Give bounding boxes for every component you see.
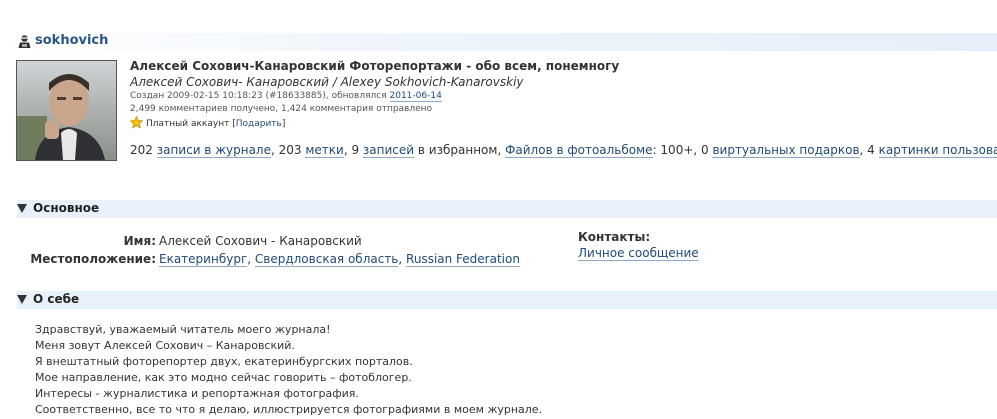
collapse-triangle-icon[interactable] <box>17 204 27 213</box>
stat-entries-count: 202 <box>130 143 157 157</box>
stat-photo-album-suffix: : 100+ <box>652 143 694 157</box>
stat-sep: , <box>693 143 702 157</box>
paid-account-line: Платный аккаунт [Подарить] <box>129 115 286 129</box>
journal-stats: 202 записи в журнале, 203 метки, 9 запис… <box>130 143 997 158</box>
name-label: Имя: <box>123 234 156 248</box>
about-line: Меня зовут Алексей Сохович – Канаровский… <box>35 339 295 352</box>
stat-memories-link[interactable]: записей <box>362 143 415 158</box>
paid-account-label: Платный аккаунт <box>146 119 230 129</box>
stat-gifts-link[interactable]: виртуальных подарков <box>712 143 860 158</box>
location-region-link[interactable]: Свердловская область <box>254 252 399 267</box>
location-country-link[interactable]: Russian Federation <box>406 252 520 267</box>
about-line: Мое направление, как это модно сейчас го… <box>35 371 412 384</box>
section-about-header[interactable]: О себе <box>17 291 997 309</box>
location-sep: , <box>247 252 255 266</box>
about-text: Здравствуй, уважаемый читатель моего жур… <box>35 322 542 418</box>
stat-userpics-link[interactable]: картинки пользователя <box>878 143 997 158</box>
comments-info: 2,499 комментариев получено, 1,424 комме… <box>130 104 433 114</box>
avatar <box>16 60 117 161</box>
journal-title: Алексей Сохович-Канаровский Фоторепортаж… <box>130 59 620 73</box>
stat-sep: , <box>497 143 506 157</box>
created-text: Создан 2009-02-15 10:18:23 (#18633885), … <box>130 91 390 101</box>
stat-sep: , <box>270 143 279 157</box>
updated-date-link[interactable]: 2011-06-14 <box>389 91 442 102</box>
location-sep: , <box>398 252 407 266</box>
section-basic-label: Основное <box>33 201 100 215</box>
stat-sep: , <box>859 143 868 157</box>
contacts-label: Контакты: <box>578 230 651 244</box>
stat-userpics-count: 4 <box>867 143 879 157</box>
about-line: Интересы - журналистика и репортажная фо… <box>35 387 359 400</box>
star-icon <box>129 115 144 129</box>
private-message-link[interactable]: Личное сообщение <box>578 246 699 261</box>
location-value: Екатеринбург, Свердловская область, Russ… <box>159 252 520 267</box>
location-label: Местоположение: <box>30 252 156 266</box>
username-link[interactable]: sokhovich <box>35 33 108 48</box>
stat-gifts-count: 0 <box>701 143 713 157</box>
stat-memories-count: 9 <box>351 143 363 157</box>
gift-bracket-close: ] <box>281 119 286 129</box>
user-header: sokhovich <box>17 33 997 51</box>
about-line: Соответственно, все то что я делаю, иллю… <box>35 403 543 416</box>
top-bar <box>0 0 997 30</box>
name-value: Алексей Сохович - Канаровский <box>159 234 362 248</box>
user-icon[interactable] <box>17 34 32 49</box>
about-line: Здравствуй, уважаемый читатель моего жур… <box>35 323 331 336</box>
stat-tags-count: 203 <box>278 143 306 157</box>
stat-memories-suffix: в избранном <box>414 143 498 157</box>
section-basic-header[interactable]: Основное <box>17 200 997 218</box>
stat-entries-link[interactable]: записи в журнале <box>156 143 271 158</box>
gift-link[interactable]: Подарить <box>236 119 282 129</box>
collapse-triangle-icon[interactable] <box>17 295 27 304</box>
section-about-label: О себе <box>33 292 80 306</box>
stat-tags-link[interactable]: метки <box>305 143 344 158</box>
location-city-link[interactable]: Екатеринбург <box>159 252 248 267</box>
journal-subtitle: Алексей Сохович- Канаровский / Alexey So… <box>130 75 524 89</box>
about-line: Я внештатный фоторепортер двух, екатерин… <box>35 355 413 368</box>
stat-photo-album-link[interactable]: Файлов в фотоальбоме <box>505 143 653 158</box>
created-info: Создан 2009-02-15 10:18:23 (#18633885), … <box>130 91 442 102</box>
